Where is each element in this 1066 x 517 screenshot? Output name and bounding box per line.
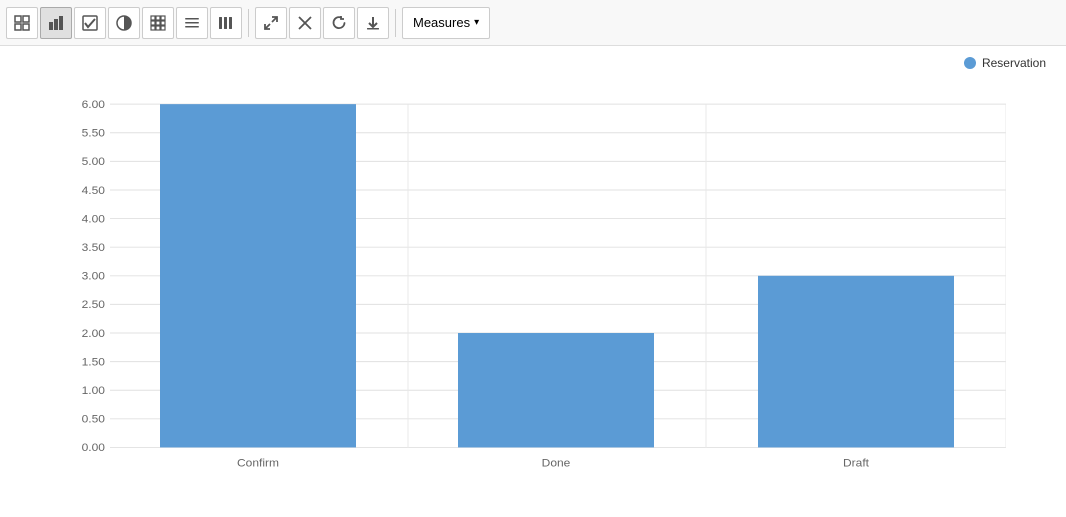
measures-arrow-icon: ▾	[474, 17, 479, 28]
chart-legend: Reservation	[964, 56, 1046, 70]
menu-button[interactable]	[176, 7, 208, 39]
svg-text:0.00: 0.00	[82, 441, 106, 454]
svg-text:Draft: Draft	[843, 457, 870, 470]
bar-confirm	[160, 104, 356, 447]
fullscreen-button[interactable]	[289, 7, 321, 39]
svg-text:Done: Done	[542, 457, 571, 470]
chart-area: Reservation 6.00 5.50 5.00 4.50 4.00 3.5…	[0, 46, 1066, 517]
check-button[interactable]	[74, 7, 106, 39]
download-button[interactable]	[357, 7, 389, 39]
svg-text:1.50: 1.50	[82, 356, 106, 369]
svg-text:5.00: 5.00	[82, 155, 106, 168]
legend-dot	[964, 57, 976, 69]
svg-text:3.00: 3.00	[82, 270, 106, 283]
svg-text:0.50: 0.50	[82, 413, 106, 426]
bar-chart-svg: 6.00 5.50 5.00 4.50 4.00 3.50 3.00 2.50 …	[60, 66, 1006, 477]
contrast-button[interactable]	[108, 7, 140, 39]
bar-chart-button[interactable]	[40, 7, 72, 39]
separator-1	[248, 9, 249, 37]
refresh-button[interactable]	[323, 7, 355, 39]
columns-button[interactable]	[210, 7, 242, 39]
svg-text:6.00: 6.00	[82, 98, 106, 111]
svg-text:3.50: 3.50	[82, 241, 106, 254]
svg-text:2.50: 2.50	[82, 298, 106, 311]
measures-dropdown-button[interactable]: Measures ▾	[402, 7, 490, 39]
svg-text:4.00: 4.00	[82, 213, 106, 226]
svg-text:5.50: 5.50	[82, 127, 106, 140]
grid-button[interactable]	[142, 7, 174, 39]
svg-text:2.00: 2.00	[82, 327, 106, 340]
expand-button[interactable]	[255, 7, 287, 39]
table-view-button[interactable]	[6, 7, 38, 39]
legend-label: Reservation	[982, 56, 1046, 70]
svg-text:4.50: 4.50	[82, 184, 106, 197]
measures-label: Measures	[413, 15, 470, 30]
bar-draft	[758, 276, 954, 448]
svg-text:Confirm: Confirm	[237, 457, 279, 470]
separator-2	[395, 9, 396, 37]
bar-done	[458, 333, 654, 447]
toolbar: Measures ▾	[0, 0, 1066, 46]
svg-text:1.00: 1.00	[82, 384, 106, 397]
